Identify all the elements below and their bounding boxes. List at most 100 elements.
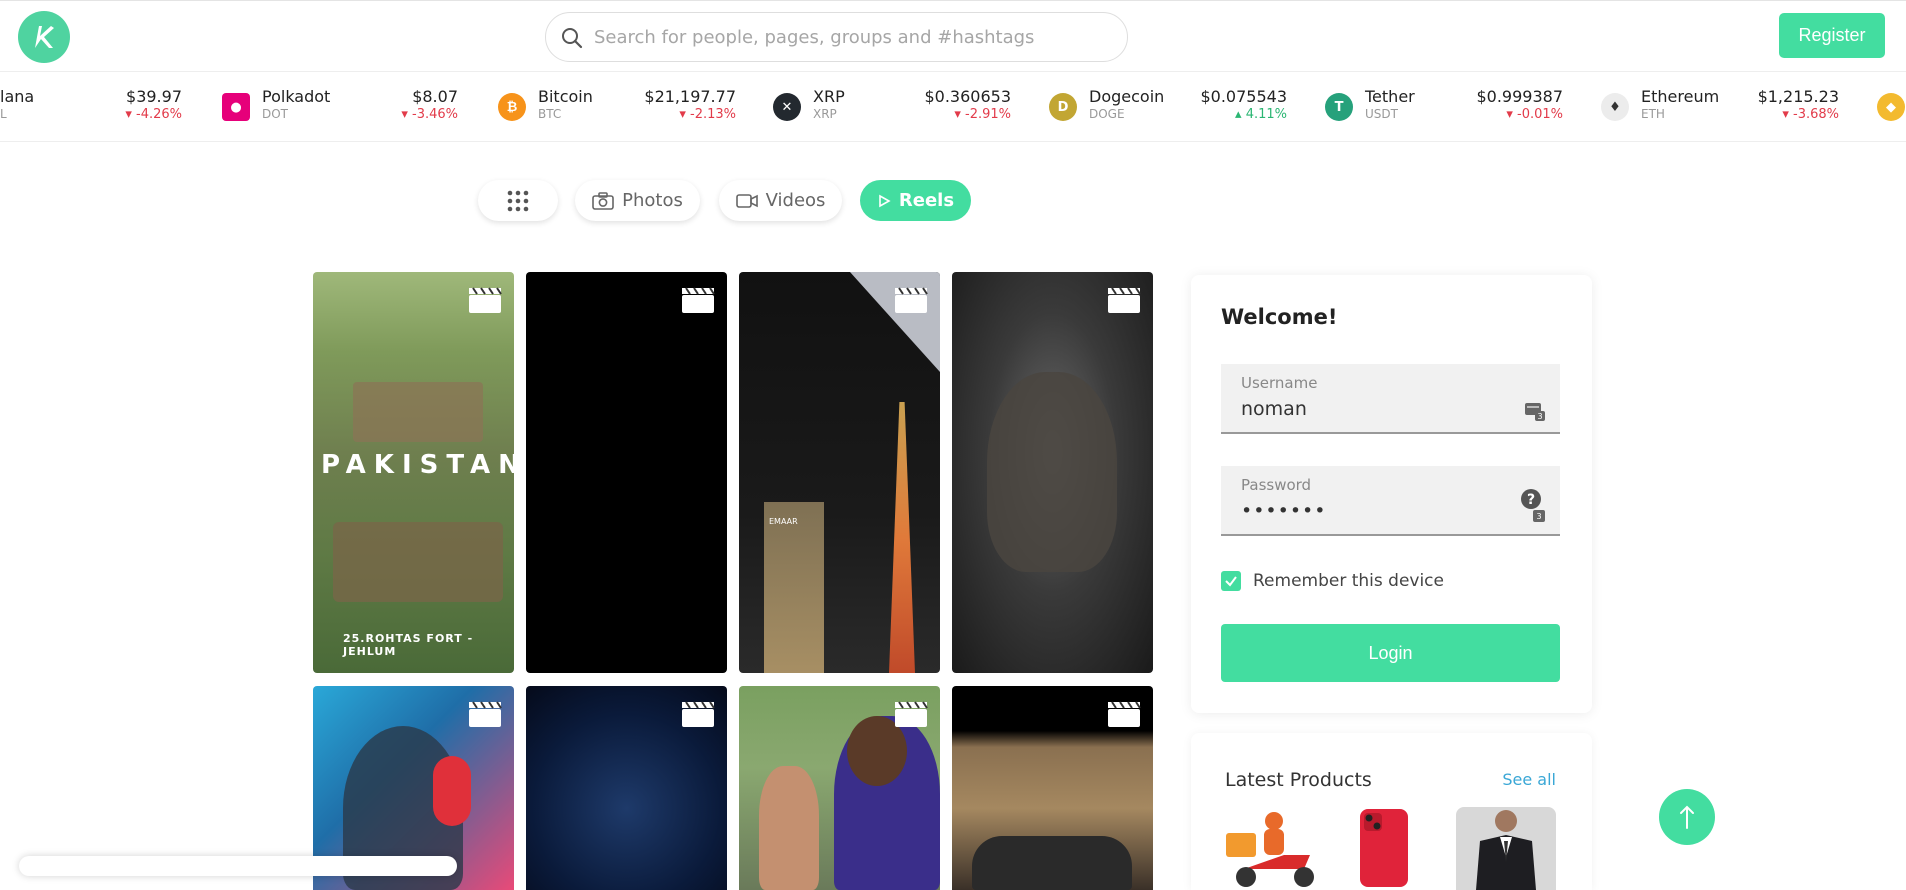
tab-reels[interactable]: Reels <box>860 180 971 221</box>
arrow-up-icon <box>1680 805 1694 829</box>
tether-icon: T <box>1325 93 1353 121</box>
reel-caption-location: 25.ROHTAS FORT - JEHLUM <box>343 632 474 658</box>
password-help-icon[interactable]: ?3 <box>1520 488 1546 524</box>
search-icon <box>562 28 583 49</box>
coin-symbol: DOGE <box>1089 107 1125 121</box>
clapperboard-icon <box>1108 287 1141 313</box>
tower-shape <box>889 402 915 673</box>
coin-price: $39.97 <box>126 87 182 106</box>
reel-thumbnail[interactable] <box>526 272 727 673</box>
reel-thumbnail[interactable] <box>952 686 1153 890</box>
clapperboard-icon <box>682 287 715 313</box>
product-phone[interactable] <box>1356 807 1411 890</box>
coin-name: lana <box>0 87 35 106</box>
ticker-item-polkadot[interactable]: ● Polkadot DOT $8.07 ▾ -3.46% <box>222 85 458 129</box>
coin-change: ▾ -2.91% <box>954 107 1011 122</box>
coin-name: Ethereum <box>1641 87 1720 106</box>
remember-checkbox[interactable] <box>1221 571 1241 591</box>
clapperboard-icon <box>1108 701 1141 727</box>
bitcoin-icon: ₿ <box>498 93 526 121</box>
reel-thumbnail[interactable] <box>526 686 727 890</box>
clapperboard-icon <box>895 701 928 727</box>
crypto-ticker: lana L $39.97 ▾ -4.26% ● Polkadot DOT $8… <box>0 72 1906 142</box>
ethereum-icon: ♦ <box>1601 93 1629 121</box>
password-field[interactable]: Password ••••••• ? 3 <box>1221 466 1560 536</box>
search-input[interactable] <box>594 21 1114 53</box>
coin-change: ▾ -4.26% <box>125 107 182 122</box>
coin-price: $1,215.23 <box>1757 87 1839 106</box>
clapperboard-icon <box>469 701 502 727</box>
remember-label: Remember this device <box>1253 571 1444 591</box>
password-value[interactable]: ••••••• <box>1241 500 1326 522</box>
password-label: Password <box>1241 476 1312 494</box>
reel-thumbnail[interactable]: EMAAR <box>739 272 940 673</box>
coin-symbol: DOT <box>262 107 289 121</box>
suit-icon <box>1476 810 1536 890</box>
reel-thumbnail[interactable] <box>952 272 1153 673</box>
building-shape <box>764 502 824 673</box>
login-card: Welcome! Username noman 3 Password •••••… <box>1191 275 1592 713</box>
coin-price: $0.075543 <box>1200 87 1287 106</box>
xrp-icon: ✕ <box>773 93 801 121</box>
coin-symbol: BTC <box>538 107 562 121</box>
binance-coin-icon: ◆ <box>1877 93 1905 121</box>
password-manager-icon[interactable]: 3 <box>1524 400 1546 422</box>
ticker-item-solana[interactable]: lana L $39.97 ▾ -4.26% <box>0 85 182 129</box>
product-delivery-scooter[interactable] <box>1224 807 1319 890</box>
delivery-scooter-icon <box>1226 812 1314 887</box>
ticker-item-next[interactable]: ◆ <box>1877 85 1906 129</box>
coin-symbol: ETH <box>1641 107 1665 121</box>
reel-thumbnail[interactable]: PAKISTAN 25.ROHTAS FORT - JEHLUM <box>313 272 514 673</box>
see-all-link[interactable]: See all <box>1502 770 1556 789</box>
login-button[interactable]: Login <box>1221 624 1560 682</box>
svg-text:3: 3 <box>1536 512 1541 521</box>
ticker-item-dogecoin[interactable]: D Dogecoin DOGE $0.075543 ▴ 4.11% <box>1049 85 1287 129</box>
username-value[interactable]: noman <box>1241 398 1307 420</box>
scroll-to-top-button[interactable] <box>1659 789 1715 845</box>
coin-symbol: XRP <box>813 107 837 121</box>
tab-videos[interactable]: Videos <box>719 180 842 221</box>
headphones-shape <box>433 756 471 826</box>
username-field[interactable]: Username noman 3 <box>1221 364 1560 434</box>
dogecoin-icon: D <box>1049 93 1077 121</box>
search-bar[interactable] <box>545 12 1128 62</box>
coin-name: Tether <box>1365 87 1415 106</box>
ticker-item-tether[interactable]: T Tether USDT $0.999387 ▾ -0.01% <box>1325 85 1563 129</box>
tab-photos[interactable]: Photos <box>575 180 700 221</box>
ticker-item-bitcoin[interactable]: ₿ Bitcoin BTC $21,197.77 ▾ -2.13% <box>498 85 736 129</box>
coin-name: Polkadot <box>262 87 331 106</box>
login-title: Welcome! <box>1221 305 1338 329</box>
person-shape <box>759 766 819 890</box>
grid-icon <box>507 190 529 211</box>
remember-device[interactable]: Remember this device <box>1221 571 1444 591</box>
tab-videos-label: Videos <box>765 190 826 211</box>
reel-thumbnail[interactable] <box>739 686 940 890</box>
coin-change: ▾ -2.13% <box>679 107 736 122</box>
phone-icon <box>1360 809 1408 887</box>
svg-text:3: 3 <box>1537 412 1542 421</box>
coin-price: $8.07 <box>412 87 458 106</box>
coin-change: ▾ -3.46% <box>401 107 458 122</box>
tab-reels-label: Reels <box>898 190 955 211</box>
latest-products-card: Latest Products See all <box>1191 733 1592 890</box>
polkadot-icon: ● <box>222 93 250 121</box>
product-suit[interactable] <box>1456 807 1556 890</box>
fort-wall-shape <box>333 522 503 602</box>
car-shape <box>972 836 1132 890</box>
coin-name: Bitcoin <box>538 87 593 106</box>
tab-all[interactable] <box>478 180 558 221</box>
reel-caption-title: PAKISTAN <box>321 450 514 480</box>
ticker-item-ethereum[interactable]: ♦ Ethereum ETH $1,215.23 ▾ -3.68% <box>1601 85 1839 129</box>
coin-name: Dogecoin <box>1089 87 1165 106</box>
play-icon <box>877 194 891 208</box>
username-label: Username <box>1241 374 1318 392</box>
coin-price: $21,197.77 <box>644 87 736 106</box>
tab-photos-label: Photos <box>622 190 683 211</box>
ticker-item-xrp[interactable]: ✕ XRP XRP $0.360653 ▾ -2.91% <box>773 85 1011 129</box>
top-header: Register <box>0 0 1906 72</box>
loading-progress-bar <box>19 856 457 876</box>
register-button[interactable]: Register <box>1779 13 1885 58</box>
site-logo[interactable] <box>18 11 70 63</box>
coin-price: $0.360653 <box>924 87 1011 106</box>
camera-icon <box>592 191 614 210</box>
